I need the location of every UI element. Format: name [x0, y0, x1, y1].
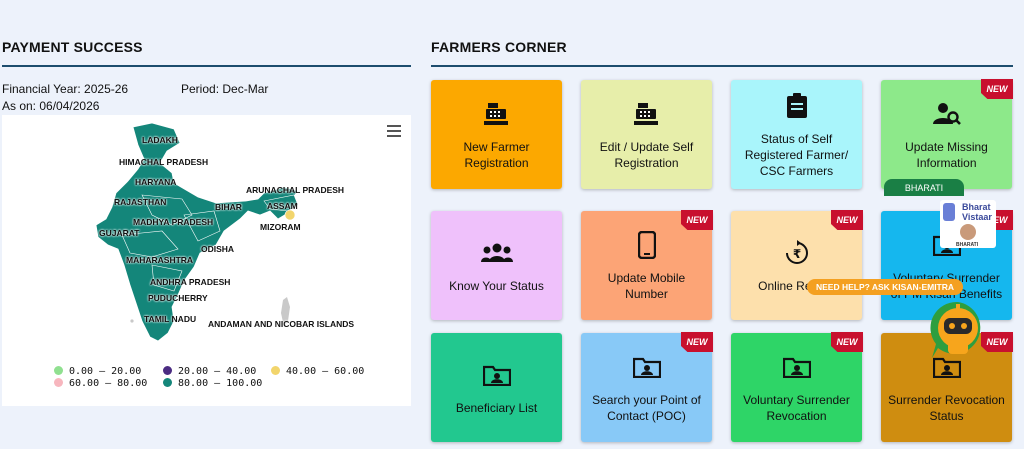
- rupee-refund-icon: ₹: [784, 238, 810, 268]
- card-label: Status of Self Registered Farmer/ CSC Fa…: [744, 131, 849, 178]
- bharat-vistaar-widget[interactable]: Bharat Vistaar BHARATI: [940, 200, 996, 248]
- new-badge: NEW: [831, 210, 863, 230]
- farmers-corner-title: FARMERS CORNER: [431, 39, 567, 55]
- farmer-card-edit-update-self-registration[interactable]: Edit / Update Self Registration: [581, 80, 712, 189]
- farmers-title-divider: [431, 65, 1013, 67]
- legend-swatch: [163, 378, 172, 387]
- legend-item[interactable]: 20.00 – 40.00: [163, 366, 256, 377]
- ask-kisan-emitra-banner[interactable]: NEED HELP? ASK KISAN-EMITRA: [807, 279, 963, 295]
- map-label-andaman-nicobar: ANDAMAN AND NICOBAR ISLANDS: [208, 319, 355, 329]
- new-badge: NEW: [831, 332, 863, 352]
- map-label-bihar: BIHAR: [215, 202, 242, 212]
- financial-year-text: Financial Year: 2025-26: [2, 82, 129, 96]
- bharati-tab[interactable]: BHARATI: [884, 179, 964, 196]
- bharati-avatar-icon: [960, 224, 976, 240]
- map-label-ladakh: LADAKH: [142, 135, 178, 145]
- card-label: New Farmer Registration: [463, 139, 530, 170]
- farmer-card-update-mobile-number[interactable]: Update Mobile Number NEW: [581, 210, 713, 320]
- mobile-icon: [637, 230, 656, 260]
- farmer-card-new-farmer-registration[interactable]: New Farmer Registration: [431, 80, 562, 189]
- clipboard-icon: [786, 91, 808, 121]
- card-label: Update Missing Information: [905, 139, 988, 170]
- card-label: Update Mobile Number: [607, 270, 686, 301]
- card-label: Beneficiary List: [455, 400, 538, 415]
- farmer-card-voluntary-surrender-revocation[interactable]: Voluntary Surrender Revocation NEW: [731, 332, 863, 442]
- map-label-odisha: ODISHA: [201, 244, 235, 254]
- bharat-vistaar-emblem-icon: [943, 203, 955, 221]
- map-label-himachal-pradesh: HIMACHAL PRADESH: [119, 157, 209, 167]
- farmer-card-search-your-point-of-contact-poc[interactable]: Search your Point of Contact (POC) NEW: [581, 332, 713, 442]
- farmer-card-know-your-status[interactable]: Know Your Status: [431, 211, 562, 320]
- folder-user-icon: [782, 352, 811, 382]
- user-search-icon: [932, 99, 961, 129]
- farmer-card-status-of-self-registered-farmer-csc-farmers[interactable]: Status of Self Registered Farmer/ CSC Fa…: [731, 80, 862, 189]
- card-label: Edit / Update Self Registration: [599, 139, 694, 170]
- map-label-gujarat: GUJARAT: [99, 228, 140, 238]
- legend-label: 80.00 – 100.00: [178, 378, 263, 389]
- period-text: Period: Dec-Mar: [181, 82, 269, 96]
- legend-label: 0.00 – 20.00: [69, 366, 142, 377]
- card-label: Voluntary Surrender Revocation: [743, 392, 850, 423]
- india-payment-map[interactable]: LADAKH HIMACHAL PRADESH HARYANA RAJASTHA…: [2, 115, 411, 406]
- map-label-maharashtra: MAHARASHTRA: [126, 255, 194, 265]
- legend-swatch: [54, 366, 63, 375]
- legend-item[interactable]: 0.00 – 20.00: [54, 366, 141, 377]
- map-label-madhya-pradesh: MADHYA PRADESH: [133, 217, 214, 227]
- legend-item[interactable]: 80.00 – 100.00: [163, 378, 262, 389]
- card-label: Know Your Status: [449, 278, 544, 293]
- legend-label: 40.00 – 60.00: [286, 366, 365, 377]
- map-label-arunachal-pradesh: ARUNACHAL PRADESH: [246, 185, 345, 195]
- map-label-puducherry: PUDUCHERRY: [148, 293, 208, 303]
- card-label: Surrender Revocation Status: [888, 392, 1005, 423]
- legend-swatch: [54, 378, 63, 387]
- map-label-haryana: HARYANA: [135, 177, 177, 187]
- map-label-tamil-nadu: TAMIL NADU: [144, 314, 197, 324]
- payment-success-title: PAYMENT SUCCESS: [2, 39, 143, 55]
- new-badge: NEW: [681, 332, 713, 352]
- kisan-emitra-chatbot-icon[interactable]: [926, 298, 990, 362]
- card-label: Search your Point of Contact (POC): [592, 392, 701, 423]
- new-badge: NEW: [681, 210, 713, 230]
- folder-user-icon: [482, 360, 511, 390]
- map-label-assam: ASSAM: [267, 201, 298, 211]
- map-label-mizoram: MIZORAM: [260, 222, 301, 232]
- svg-text:₹: ₹: [792, 247, 800, 261]
- as-on-date-text: As on: 06/04/2026: [2, 99, 100, 113]
- legend-item[interactable]: 40.00 – 60.00: [271, 366, 364, 377]
- legend-label: 60.00 – 80.00: [69, 378, 148, 389]
- map-label-andhra-pradesh: ANDHRA PRADESH: [150, 277, 231, 287]
- farmer-card-update-missing-information[interactable]: Update Missing Information NEW: [881, 79, 1013, 189]
- farmer-card-online-refund[interactable]: ₹ Online Refund NEW: [731, 210, 863, 320]
- farmer-card-beneficiary-list[interactable]: Beneficiary List: [431, 333, 562, 442]
- map-label-rajasthan: RAJASTHAN: [114, 197, 167, 207]
- cash-register-icon: [633, 99, 660, 129]
- cash-register-icon: [483, 99, 510, 129]
- new-badge: NEW: [981, 79, 1013, 99]
- bharati-small-label: BHARATI: [956, 242, 979, 248]
- legend-swatch: [271, 366, 280, 375]
- legend-swatch: [163, 366, 172, 375]
- payment-title-divider: [2, 65, 411, 67]
- folder-user-icon: [632, 352, 661, 382]
- group-icon: [480, 238, 513, 268]
- legend-item[interactable]: 60.00 – 80.00: [54, 378, 147, 389]
- legend-label: 20.00 – 40.00: [178, 366, 257, 377]
